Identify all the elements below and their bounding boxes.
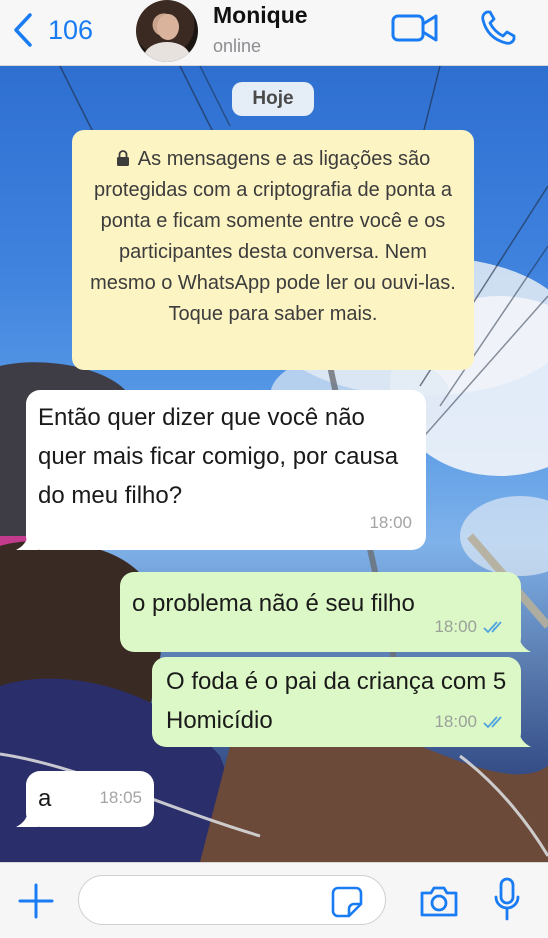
double-check-icon (483, 715, 502, 728)
message-bubble-incoming[interactable]: Então quer dizer que você não quer mais … (16, 390, 426, 550)
message-bubble-outgoing[interactable]: o problema não é seu filho 18:00 (120, 572, 531, 652)
chevron-left-icon (14, 13, 32, 47)
contact-avatar[interactable] (136, 0, 198, 62)
chat-area[interactable]: Hoje As mensagens e as ligações são prot… (0, 66, 548, 862)
message-time: 18:00 (434, 712, 477, 731)
microphone-icon[interactable] (494, 877, 520, 923)
sticker-icon[interactable] (330, 885, 364, 919)
contact-status: online (213, 36, 262, 56)
video-camera-icon[interactable] (390, 10, 440, 46)
lock-icon (116, 145, 130, 166)
camera-icon[interactable] (418, 883, 460, 919)
double-check-icon (483, 620, 502, 633)
message-bubble-outgoing[interactable]: O foda é o pai da criança com 5 Homicídi… (152, 657, 531, 747)
message-input-bar (0, 862, 548, 938)
date-chip: Hoje (232, 82, 314, 116)
message-time: 18:05 (99, 788, 142, 807)
contact-name[interactable]: Monique (213, 2, 308, 29)
unread-count: 106 (48, 14, 94, 45)
back-button[interactable]: 106 (8, 8, 93, 52)
bubble-tail (16, 809, 38, 827)
bubble-tail (509, 634, 531, 652)
message-bubble-incoming[interactable]: a 18:05 (16, 771, 154, 827)
message-text: Então quer dizer que você não quer mais … (38, 404, 399, 509)
chat-header: 106 Monique online (0, 0, 548, 66)
encryption-notice[interactable]: As mensagens e as ligações são protegida… (72, 130, 474, 370)
bubble-tail (509, 729, 531, 747)
plus-icon[interactable] (18, 883, 54, 919)
phone-icon[interactable] (478, 8, 518, 48)
bubble-tail (16, 532, 38, 550)
encryption-notice-text: As mensagens e as ligações são protegida… (90, 148, 456, 325)
message-time: 18:00 (434, 617, 477, 636)
message-time: 18:00 (369, 513, 412, 532)
